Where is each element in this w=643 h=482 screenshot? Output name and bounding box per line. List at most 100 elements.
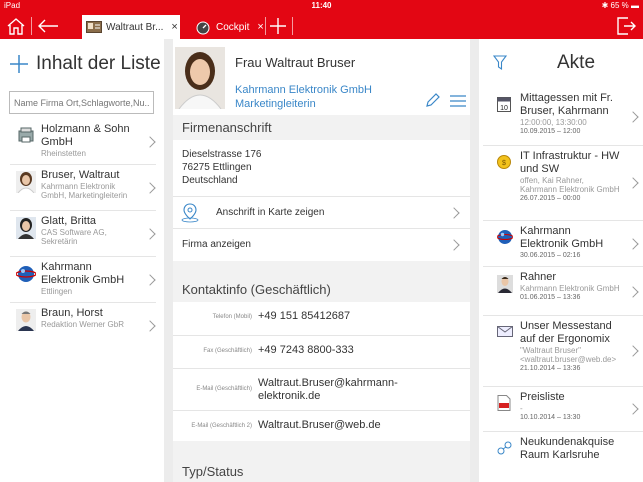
field-label: Telefon (Mobil) [212,314,252,320]
search-input[interactable] [9,91,154,114]
address-line: Dieselstrasse 176 [182,149,262,160]
contact-header: Frau Waltraut Bruser Kahrmann Elektronik… [173,39,470,115]
back-button[interactable] [34,12,62,39]
process-icon [497,440,512,456]
list-item-title: Glatt, Britta [41,215,97,227]
list-panel-header: Inhalt der Liste [10,51,161,77]
record-title: Mittagessen mit Fr. Bruser, Kahrmann [520,92,613,117]
company-link[interactable]: Kahrmann Elektronik GmbH [235,83,372,97]
type-status-section-title: Typ/Status [182,464,244,479]
record-panel-header: Akte [479,39,643,87]
chevron-right-icon [144,136,156,148]
chevron-right-icon [627,111,639,123]
contact-card-icon [86,21,102,33]
contact-role: Marketingleiterin [235,98,316,110]
chevron-right-icon [627,403,639,415]
list-item[interactable]: Braun, Horst Redaktion Werner GbR [10,303,156,349]
phone-mobile-row[interactable]: Telefon (Mobil) +49 151 85412687 [173,302,470,335]
field-value: +49 7243 8800-333 [258,344,354,356]
logout-button[interactable] [612,12,640,39]
tab-contact[interactable]: Waltraut Br... × [82,15,180,39]
record-subtitle: - [520,404,523,413]
chevron-right-icon [144,182,156,194]
contact-info-card: Telefon (Mobil) +49 151 85412687 Fax (Ge… [173,302,470,441]
menu-icon[interactable] [450,95,466,107]
list-item[interactable]: Holzmann & Sohn GmbH Rheinstetten [10,119,156,165]
record-title: Kahrmann Elektronik GmbH [520,225,604,250]
list-item-title: Holzmann & Sohn GmbH [41,123,130,148]
list-item[interactable]: Bruser, Waltraut Kahrmann Elektronik GmbH… [10,165,156,211]
add-tab-button[interactable] [264,12,292,39]
chevron-right-icon [144,228,156,240]
record-date: 10.09.2015 – 12:00 [520,128,581,135]
field-value: Waltraut.Bruser@web.de [258,419,381,431]
filter-icon[interactable] [493,55,507,71]
tab-cockpit[interactable]: Cockpit × [192,15,264,39]
record-title: Neukundenakquise Raum Karlsruhe [520,436,615,461]
pdf-icon [497,395,511,411]
list-item-subtitle: Redaktion Werner GbR [41,320,124,329]
calendar-icon: 10 [497,96,511,112]
list-item[interactable]: Glatt, Britta CAS Software AG, Sekretärin [10,211,156,257]
address-line: 76275 Ettlingen [182,162,252,173]
plus-icon [270,17,286,34]
chevron-right-icon [627,238,639,250]
chevron-right-icon [627,286,639,298]
list-item[interactable]: Neukundenakquise Raum Karlsruhe [483,432,643,472]
tab-cockpit-label: Cockpit [216,21,250,33]
list-item[interactable]: Rahner Kahrmann Elektronik GmbH 01.06.2015… [483,267,643,316]
top-toolbar: Waltraut Br... × Cockpit × [0,12,643,39]
email-row[interactable]: E-Mail (Geschäftlich) Waltraut.Bruser@ka… [173,368,470,410]
chevron-right-icon [627,345,639,357]
chevron-right-icon [144,274,156,286]
list-item-title: Bruser, Waltraut [41,169,120,181]
tab-contact-close[interactable]: × [171,21,177,33]
contact-name: Frau Waltraut Bruser [235,55,356,70]
battery-label: 65 % [610,1,629,10]
record-panel: Akte 10 Mittagessen mit Fr. Bruser, Kahr… [479,39,643,482]
field-value: Waltraut.Bruser@kahrmann-elektronik.de [258,377,398,402]
show-on-map-row[interactable]: Anschrift in Karte zeigen [173,196,470,228]
contact-info-section-title: Kontaktinfo (Geschäftlich) [182,282,331,297]
home-icon [7,17,25,35]
add-icon[interactable] [10,55,28,73]
panel-divider [470,39,479,482]
list-item-subtitle: Rheinstetten [41,149,86,158]
list-item-title: Braun, Horst [41,307,103,319]
map-pin-icon [181,203,199,223]
avatar [16,171,36,194]
record-date: 01.06.2015 – 13:36 [520,294,581,301]
show-on-map-label: Anschrift in Karte zeigen [216,207,325,218]
svg-text:10: 10 [500,105,508,112]
tab-cockpit-close[interactable]: × [257,21,263,33]
home-button[interactable] [2,12,30,39]
list-item[interactable]: Preisliste -10.10.2014 – 13:30 [483,387,643,432]
record-subtitle: offen, Kai Rahner, Kahrmann Elektronik G… [520,176,620,194]
record-title: IT Infrastruktur - HW und SW [520,150,620,175]
address-line: Deutschland [182,175,238,186]
contact-list: Holzmann & Sohn GmbH Rheinstetten Bruser,… [10,119,156,349]
list-item[interactable]: Kahrmann Elektronik GmbH Ettlingen [10,257,156,303]
avatar [16,309,36,331]
email-2-row[interactable]: E-Mail (Geschäftlich 2) Waltraut.Bruser@… [173,410,470,441]
tab-contact-label: Waltraut Br... [106,21,164,33]
globe-icon [15,263,37,285]
contact-photo [175,47,225,109]
battery-indicator: ✱ 65 % ▬ [601,1,639,10]
list-item[interactable]: Kahrmann Elektronik GmbH 30.06.2015 – 02:… [483,221,643,267]
list-item[interactable]: 10 Mittagessen mit Fr. Bruser, Kahrmann 1… [483,88,643,146]
record-date: 30.06.2015 – 02:16 [520,252,581,259]
chevron-right-icon [448,207,460,219]
show-company-row[interactable]: Firma anzeigen [173,228,470,260]
avatar [16,217,36,239]
list-item[interactable]: $ IT Infrastruktur - HW und SW offen, Kai… [483,146,643,221]
field-label: Fax (Geschäftlich) [203,348,252,354]
list-item[interactable]: Unser Messestand auf der Ergonomix "Waltr… [483,316,643,387]
cockpit-icon [196,21,212,35]
list-item-title: Kahrmann Elektronik GmbH [41,261,125,286]
list-panel-title: Inhalt der Liste [36,53,161,74]
record-date: 26.07.2015 – 00:00 [520,195,581,202]
edit-icon[interactable] [425,93,440,108]
fax-row[interactable]: Fax (Geschäftlich) +49 7243 8800-333 [173,335,470,368]
avatar [497,275,513,293]
